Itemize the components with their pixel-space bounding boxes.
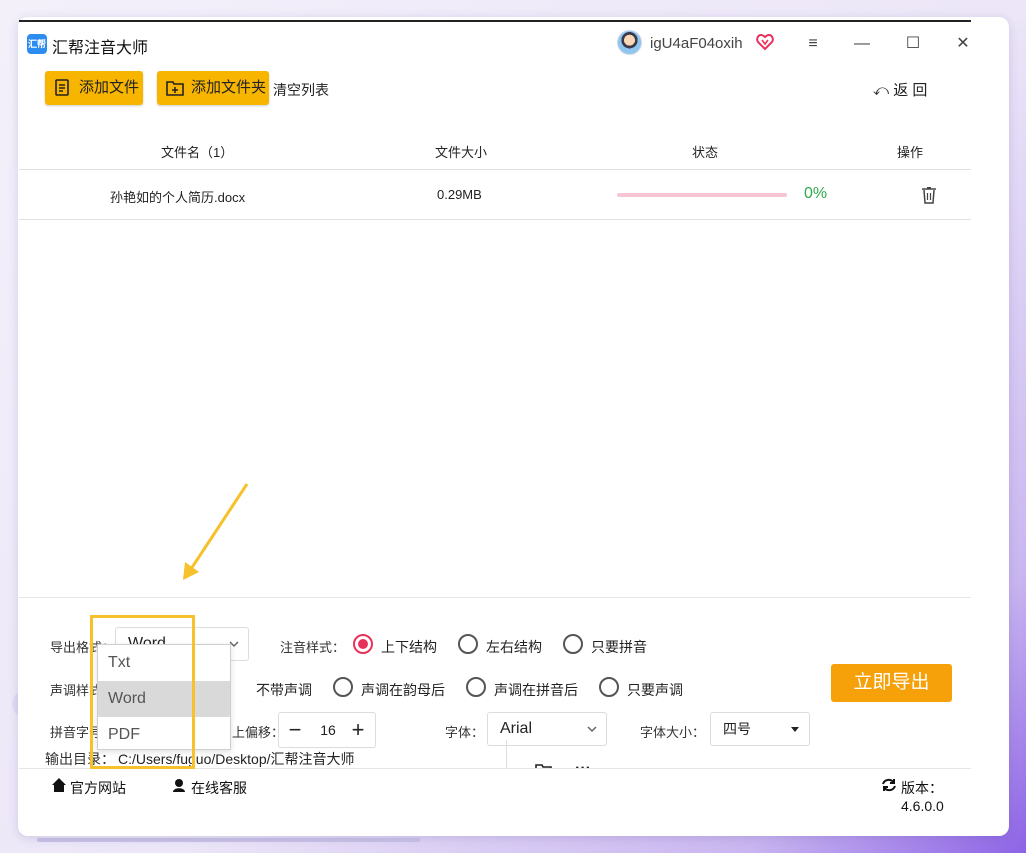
font-size-select[interactable]: 四号 <box>710 712 810 746</box>
clear-list-button[interactable]: 清空列表 <box>273 80 329 100</box>
version-label: 版本：4.6.0.0 <box>901 780 944 814</box>
back-label: 返 回 <box>893 82 928 99</box>
username[interactable]: igU4aF04oxih <box>650 35 743 52</box>
font-size-label: 字体大小： <box>640 725 706 740</box>
column-header-name[interactable]: 文件名（1） <box>161 142 233 161</box>
chevron-down-icon <box>587 726 597 733</box>
file-add-icon <box>55 79 69 96</box>
add-file-button[interactable]: 添加文件 <box>45 71 143 105</box>
trash-icon[interactable] <box>921 186 937 204</box>
radio-tone-after-pinyin-label[interactable]: 声调在拼音后 <box>494 680 578 700</box>
pinyin-style-label: 注音样式： <box>280 640 346 655</box>
add-folder-button[interactable]: 添加文件夹 <box>157 71 269 105</box>
radio-tone-only[interactable] <box>599 677 619 697</box>
app-logo-icon: 汇帮 <box>27 34 47 54</box>
maximize-icon[interactable]: ☐ <box>901 32 925 56</box>
title-bar: 汇帮 汇帮注音大师 igU4aF04oxih ≡ — ☐ ✕ <box>19 20 971 66</box>
official-site-link[interactable]: 官方网站 <box>70 778 126 798</box>
app-title: 汇帮注音大师 <box>52 40 149 57</box>
offset-label: 上偏移： <box>232 725 285 740</box>
export-now-button[interactable]: 立即导出 <box>831 664 952 702</box>
progress-percent: 0% <box>804 185 828 202</box>
radio-tone-only-label[interactable]: 只要声调 <box>627 680 683 700</box>
file-name-cell: 孙艳如的个人简历.docx <box>110 190 246 205</box>
radio-tone-after-pinyin[interactable] <box>466 677 486 697</box>
vip-heart-icon[interactable] <box>756 33 774 51</box>
customer-service-icon <box>173 779 185 792</box>
progress-bar <box>617 193 787 197</box>
settings-divider <box>19 597 971 598</box>
minimize-icon[interactable]: — <box>850 32 874 56</box>
add-folder-label: 添加文件夹 <box>191 79 267 96</box>
avatar[interactable] <box>617 30 642 55</box>
font-value: Arial <box>500 720 533 737</box>
radio-tone-after-final-label[interactable]: 声调在韵母后 <box>361 680 445 700</box>
radio-pinyin-only[interactable] <box>563 634 583 654</box>
status-bar: 官方网站 在线客服 版本：4.6.0.0 <box>19 768 971 814</box>
add-file-label: 添加文件 <box>79 79 140 96</box>
highlight-box <box>90 615 195 769</box>
radio-left-right[interactable] <box>458 634 478 654</box>
column-header-size[interactable]: 文件大小 <box>435 142 487 161</box>
home-icon <box>52 778 66 792</box>
close-icon[interactable]: ✕ <box>951 32 975 56</box>
table-row[interactable]: 孙艳如的个人简历.docx 0.29MB 0% <box>19 170 971 220</box>
online-service-link[interactable]: 在线客服 <box>191 778 247 798</box>
refresh-icon[interactable] <box>881 777 897 793</box>
font-size-value: 四号 <box>723 721 751 737</box>
horizontal-scrollbar[interactable] <box>37 838 420 842</box>
back-icon: ⤺ <box>873 82 894 99</box>
radio-no-tone-label[interactable]: 不带声调 <box>256 680 312 700</box>
font-label: 字体： <box>445 725 485 740</box>
file-size-cell: 0.29MB <box>437 187 482 202</box>
caret-down-icon <box>791 727 799 732</box>
annotation-arrow <box>183 483 249 580</box>
offset-value[interactable]: 16 <box>315 722 341 738</box>
column-header-status: 状态 <box>692 145 719 160</box>
radio-top-bottom[interactable] <box>353 634 373 654</box>
radio-tone-after-final[interactable] <box>333 677 353 697</box>
back-button[interactable]: ⤺ 返 回 <box>873 79 927 100</box>
column-header-action: 操作 <box>897 145 924 160</box>
radio-left-right-label[interactable]: 左右结构 <box>486 637 542 657</box>
radio-top-bottom-label[interactable]: 上下结构 <box>381 637 437 657</box>
file-table-header: 文件名（1） 文件大小 状态 操作 <box>19 125 971 170</box>
toolbar: 添加文件 添加文件夹 清空列表 ⤺ 返 回 <box>26 71 966 107</box>
radio-pinyin-only-label[interactable]: 只要拼音 <box>591 637 647 657</box>
version-value: 4.6.0.0 <box>901 798 944 814</box>
menu-icon[interactable]: ≡ <box>801 32 825 56</box>
folder-add-icon <box>166 81 184 96</box>
